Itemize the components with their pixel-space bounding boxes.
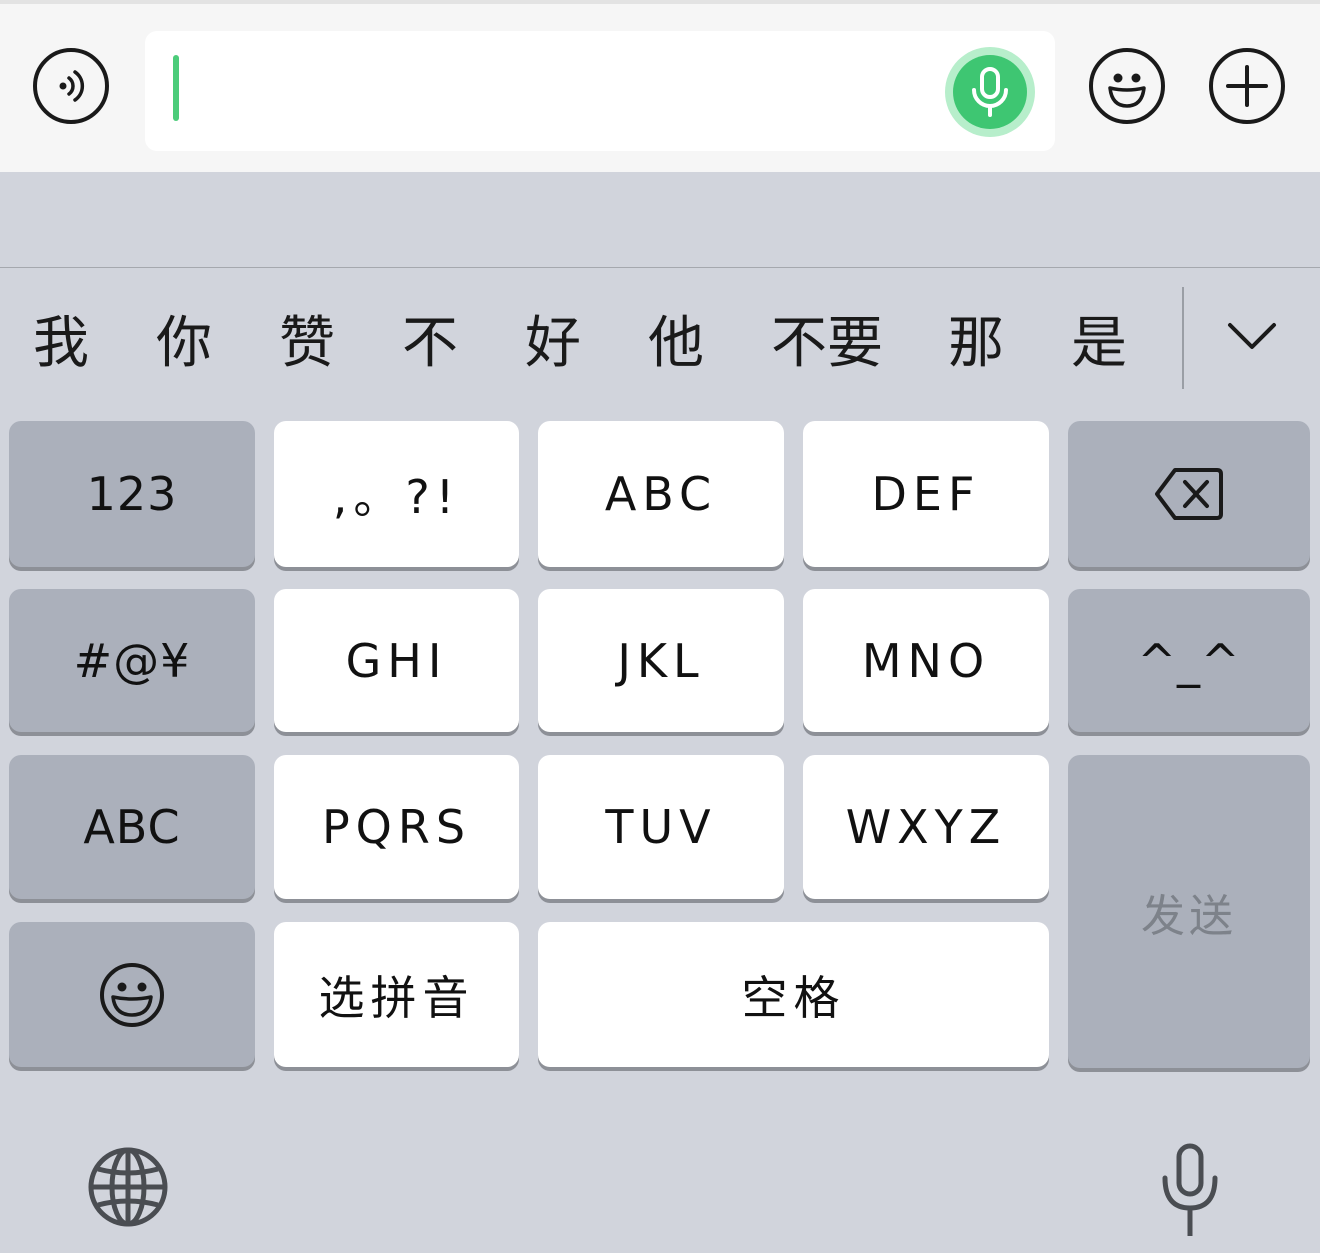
chat-input-bar bbox=[0, 0, 1320, 172]
key-label: 123 bbox=[86, 467, 178, 521]
microphone-icon bbox=[972, 67, 1008, 117]
key-label: ABC bbox=[83, 800, 181, 854]
emoji-icon bbox=[100, 962, 164, 1027]
message-input[interactable] bbox=[145, 31, 1055, 151]
dictation-button[interactable] bbox=[1160, 1140, 1220, 1240]
key-label: ^_^ bbox=[1137, 633, 1241, 688]
voice-message-icon bbox=[59, 70, 85, 102]
key-ghi[interactable]: GHI bbox=[274, 589, 519, 732]
emoticon-key[interactable]: ^_^ bbox=[1068, 589, 1310, 732]
expand-candidates-button[interactable] bbox=[1222, 310, 1282, 360]
key-label: 空格 bbox=[741, 970, 846, 1025]
key-label: JKL bbox=[617, 633, 705, 688]
voice-toggle-button[interactable] bbox=[33, 48, 109, 124]
emoji-button[interactable] bbox=[1089, 48, 1165, 124]
key-mno[interactable]: MNO bbox=[803, 589, 1049, 732]
key-tuv[interactable]: TUV bbox=[538, 755, 784, 899]
key-jkl[interactable]: JKL bbox=[538, 589, 784, 732]
key-label: PQRS bbox=[321, 800, 472, 854]
plus-icon bbox=[1226, 65, 1268, 107]
key-label: MNO bbox=[861, 633, 991, 688]
key-label: TUV bbox=[605, 800, 717, 854]
abc-mode-key[interactable]: ABC bbox=[9, 755, 255, 899]
key-label: #@¥ bbox=[73, 633, 191, 688]
candidate-bar: 我 你 赞 不 好 他 不要 那 是 bbox=[0, 290, 1180, 390]
candidate-item[interactable]: 好 bbox=[525, 312, 581, 376]
backspace-icon bbox=[1155, 468, 1223, 520]
globe-icon bbox=[88, 1147, 168, 1227]
emoji-icon bbox=[1108, 73, 1146, 108]
text-caret bbox=[173, 55, 179, 121]
switch-keyboard-button[interactable] bbox=[86, 1145, 170, 1229]
key-label: 选拼音 bbox=[318, 970, 475, 1025]
symbols-key[interactable]: #@¥ bbox=[9, 589, 255, 732]
candidate-item[interactable]: 那 bbox=[948, 312, 1004, 376]
candidate-item[interactable]: 赞 bbox=[279, 312, 335, 376]
space-key[interactable]: 空格 bbox=[538, 922, 1049, 1067]
candidate-item[interactable]: 你 bbox=[156, 312, 212, 376]
emoji-keyboard-key[interactable] bbox=[9, 922, 255, 1067]
key-label: ,。?! bbox=[332, 470, 461, 524]
key-label: 发送 bbox=[1141, 890, 1237, 942]
backspace-key[interactable] bbox=[1068, 421, 1310, 567]
key-label: DEF bbox=[871, 467, 981, 521]
numbers-key[interactable]: 123 bbox=[9, 421, 255, 567]
candidate-item[interactable]: 是 bbox=[1071, 312, 1127, 376]
chevron-down-icon bbox=[1228, 323, 1276, 349]
dictation-mic-icon bbox=[1162, 1143, 1218, 1236]
candidate-item[interactable]: 他 bbox=[648, 312, 704, 376]
candidate-top-divider bbox=[0, 267, 1320, 268]
key-def[interactable]: DEF bbox=[803, 421, 1049, 567]
candidate-separator bbox=[1182, 287, 1184, 389]
more-options-button[interactable] bbox=[1209, 48, 1285, 124]
candidate-item[interactable]: 不要 bbox=[771, 312, 883, 376]
key-label: GHI bbox=[345, 633, 448, 688]
punctuation-key[interactable]: ,。?! bbox=[274, 421, 519, 567]
select-pinyin-key[interactable]: 选拼音 bbox=[274, 922, 519, 1067]
key-wxyz[interactable]: WXYZ bbox=[803, 755, 1049, 899]
key-abc[interactable]: ABC bbox=[538, 421, 784, 567]
candidate-item[interactable]: 不 bbox=[402, 312, 458, 376]
send-button[interactable]: 发送 bbox=[1068, 755, 1310, 1068]
candidate-item[interactable]: 我 bbox=[33, 312, 89, 376]
key-pqrs[interactable]: PQRS bbox=[274, 755, 519, 899]
key-label: ABC bbox=[604, 467, 718, 521]
key-label: WXYZ bbox=[845, 800, 1007, 854]
voice-input-button[interactable] bbox=[945, 47, 1035, 137]
